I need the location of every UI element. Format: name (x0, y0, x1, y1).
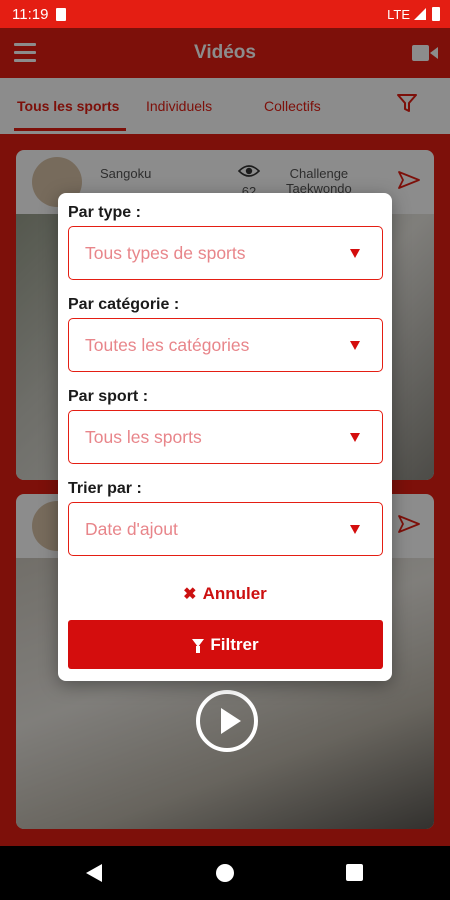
sport-select-value: Tous les sports (85, 426, 202, 447)
cancel-button[interactable]: ✖ Annuler (58, 584, 392, 604)
sort-select-value: Date d'ajout (85, 518, 178, 539)
x-icon: ✖ (183, 586, 197, 603)
status-bar: 11:19 LTE (0, 0, 450, 28)
status-time: 11:19 (12, 5, 49, 23)
category-select-value: Toutes les catégories (85, 334, 250, 355)
filter-button-label: Filtrer (210, 634, 259, 654)
sim-icon (56, 7, 67, 21)
sport-select[interactable]: Tous les sports (68, 410, 383, 464)
filter-dialog: Par type : Tous types de sports Par caté… (58, 193, 392, 681)
dropdown-arrow-icon (350, 249, 360, 258)
category-select[interactable]: Toutes les catégories (68, 318, 383, 372)
type-filter-label: Par type : (68, 204, 141, 221)
category-filter-label: Par catégorie : (68, 296, 180, 313)
dropdown-arrow-icon (350, 525, 360, 534)
cancel-label: Annuler (202, 584, 267, 603)
battery-icon (432, 7, 440, 21)
play-icon[interactable] (196, 690, 258, 752)
funnel-icon (192, 638, 205, 653)
signal-icon (414, 8, 426, 20)
sort-select[interactable]: Date d'ajout (68, 502, 383, 556)
sport-filter-label: Par sport : (68, 388, 149, 405)
type-select-value: Tous types de sports (85, 242, 246, 263)
sort-label: Trier par : (68, 480, 142, 497)
home-icon[interactable] (216, 864, 234, 882)
type-select[interactable]: Tous types de sports (68, 226, 383, 280)
back-icon[interactable] (86, 864, 102, 882)
system-nav-bar (0, 846, 450, 900)
dropdown-arrow-icon (350, 341, 360, 350)
filter-button[interactable]: Filtrer (68, 620, 383, 669)
network-label: LTE (387, 6, 410, 22)
recent-apps-icon[interactable] (346, 864, 363, 881)
dropdown-arrow-icon (350, 433, 360, 442)
